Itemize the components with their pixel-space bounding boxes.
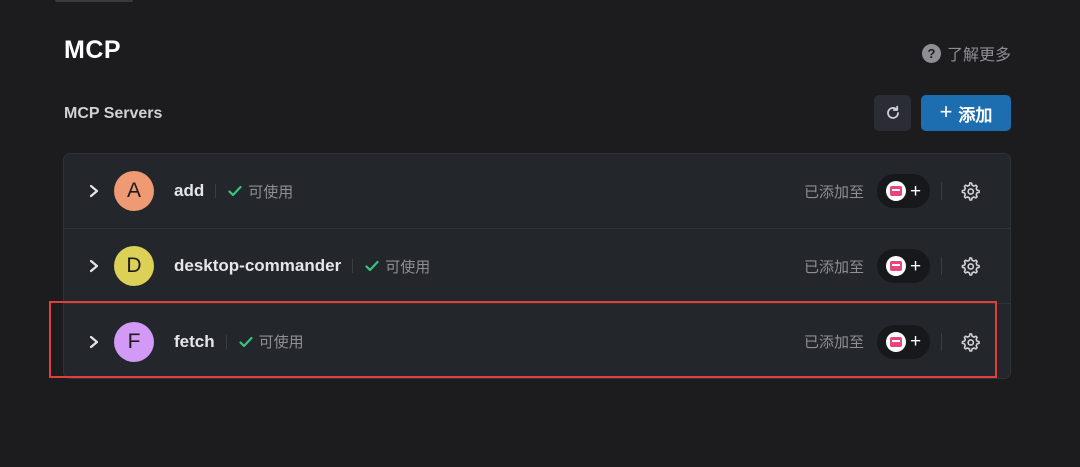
check-icon [365, 260, 379, 272]
add-button-label: 添加 [958, 105, 993, 125]
divider [941, 257, 942, 275]
plus-icon: + [939, 99, 953, 124]
plus-icon: + [910, 180, 922, 202]
status-badge: 可使用 [365, 256, 430, 277]
add-to-client-button[interactable]: + [877, 174, 930, 208]
server-name: fetch [174, 331, 215, 351]
server-row[interactable]: F fetch 可使用 已添加至 + [64, 304, 1010, 378]
gear-icon[interactable] [960, 256, 980, 276]
divider [352, 259, 354, 273]
added-to-label: 已添加至 [803, 334, 864, 351]
divider [941, 332, 942, 351]
chevron-right-icon[interactable] [88, 184, 100, 198]
status-label: 可使用 [385, 258, 431, 276]
added-to-label: 已添加至 [803, 258, 864, 276]
gear-icon[interactable] [960, 181, 980, 201]
server-name: add [174, 181, 205, 200]
mcp-settings-page: MCP ? 了解更多 MCP Servers + 添加 A add 可使用 已添… [0, 0, 1080, 467]
divider [225, 334, 227, 349]
status-badge: 可使用 [228, 181, 293, 202]
gear-icon[interactable] [960, 332, 980, 352]
chevron-right-icon[interactable] [88, 259, 100, 273]
client-app-icon [886, 256, 906, 276]
add-server-button[interactable]: + 添加 [921, 95, 1011, 131]
server-name: desktop-commander [174, 256, 342, 275]
status-label: 可使用 [258, 334, 304, 351]
refresh-icon [886, 105, 899, 119]
client-app-icon [886, 181, 906, 201]
page-title: MCP [64, 36, 122, 64]
learn-more-label: 了解更多 [946, 47, 1011, 64]
check-icon [228, 185, 242, 197]
learn-more-link[interactable]: ? 了解更多 [921, 41, 1011, 65]
check-icon [239, 336, 253, 347]
section-title: MCP Servers [64, 105, 163, 122]
chevron-right-icon[interactable] [88, 335, 100, 349]
server-name-group: fetch 可使用 [174, 331, 304, 352]
avatar: A [114, 171, 154, 211]
server-name-group: add 可使用 [174, 181, 293, 202]
plus-icon: + [910, 255, 922, 277]
top-tab-indicator [55, 0, 133, 2]
add-to-client-button[interactable]: + [877, 249, 930, 283]
status-badge: 可使用 [239, 331, 304, 352]
avatar: F [114, 321, 154, 362]
refresh-button[interactable] [874, 95, 911, 131]
client-app-icon [886, 331, 906, 352]
question-icon: ? [921, 43, 941, 63]
avatar: D [114, 246, 154, 286]
server-list: A add 可使用 已添加至 + D desktop-commander 可使用… [63, 153, 1011, 379]
server-row[interactable]: D desktop-commander 可使用 已添加至 + [64, 229, 1010, 304]
divider [941, 182, 942, 200]
server-row[interactable]: A add 可使用 已添加至 + [64, 154, 1010, 229]
divider [215, 184, 217, 198]
server-name-group: desktop-commander 可使用 [174, 256, 430, 277]
plus-icon: + [910, 331, 922, 352]
add-to-client-button[interactable]: + [877, 324, 930, 359]
status-label: 可使用 [248, 183, 294, 201]
added-to-label: 已添加至 [803, 183, 864, 201]
